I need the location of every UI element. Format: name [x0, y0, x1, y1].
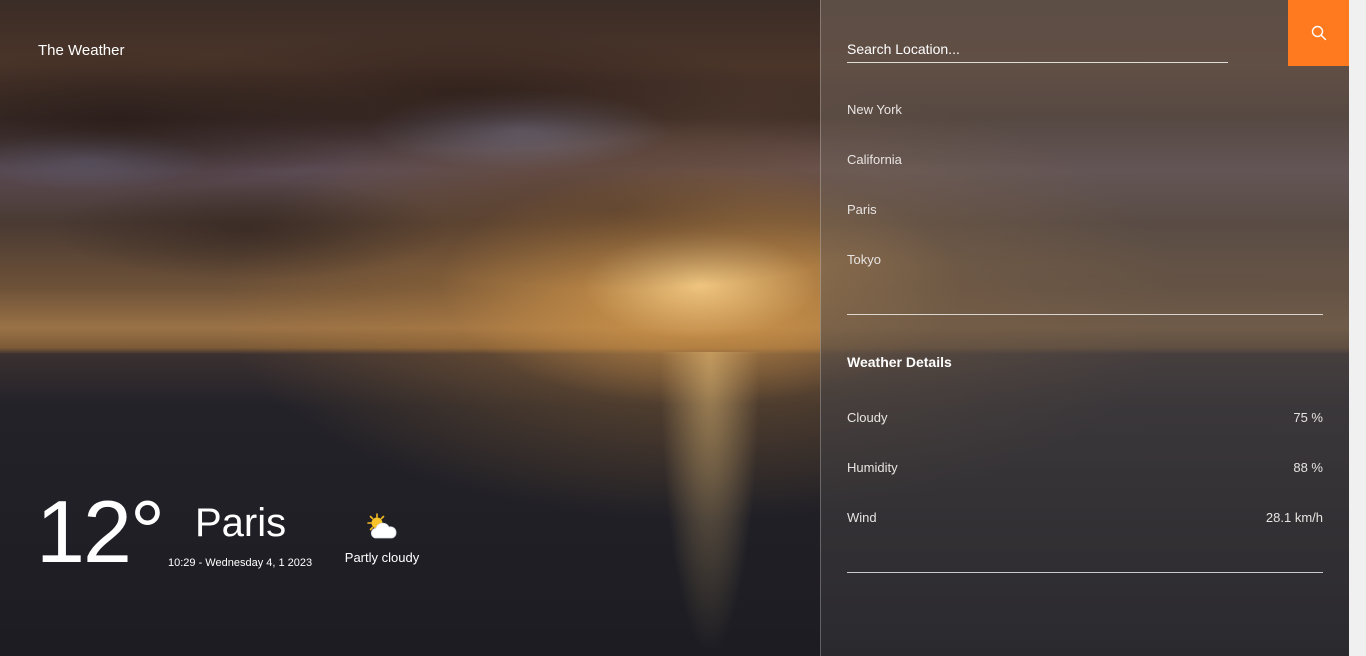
- location-item[interactable]: California: [847, 151, 902, 201]
- detail-label: Humidity: [847, 460, 898, 475]
- detail-value: 75 %: [1293, 410, 1323, 425]
- detail-label: Wind: [847, 510, 877, 525]
- detail-value: 88 %: [1293, 460, 1323, 475]
- side-panel: New York California Paris Tokyo Weather …: [820, 0, 1350, 656]
- detail-row-wind: Wind 28.1 km/h: [847, 510, 1323, 525]
- details-title: Weather Details: [847, 354, 952, 370]
- city-name: Paris: [195, 501, 287, 545]
- location-block: Paris 10:29 - Wednesday 4, 1 2023: [168, 503, 312, 569]
- date-time: 10:29 - Wednesday 4, 1 2023: [168, 557, 313, 569]
- location-item[interactable]: New York: [847, 101, 902, 151]
- detail-value: 28.1 km/h: [1265, 510, 1323, 525]
- detail-row-humidity: Humidity 88 %: [847, 460, 1323, 475]
- condition-block: Partly cloudy: [340, 512, 424, 565]
- scrollbar[interactable]: [1349, 0, 1366, 656]
- divider: [847, 572, 1323, 573]
- search-input[interactable]: [847, 35, 1228, 62]
- location-item[interactable]: Tokyo: [847, 251, 902, 301]
- condition-text: Partly cloudy: [344, 550, 420, 565]
- search-button[interactable]: [1288, 0, 1350, 66]
- location-list: New York California Paris Tokyo: [847, 101, 902, 301]
- app-title: The Weather: [38, 42, 125, 59]
- location-item[interactable]: Paris: [847, 201, 902, 251]
- partly-cloudy-icon: [367, 513, 397, 539]
- search-field: [847, 35, 1228, 63]
- detail-label: Cloudy: [847, 410, 888, 425]
- divider: [847, 314, 1323, 315]
- detail-row-cloudy: Cloudy 75 %: [847, 410, 1323, 425]
- sun-reflection: [660, 352, 760, 656]
- search-icon: [1311, 25, 1327, 41]
- temperature: 12°: [36, 482, 165, 581]
